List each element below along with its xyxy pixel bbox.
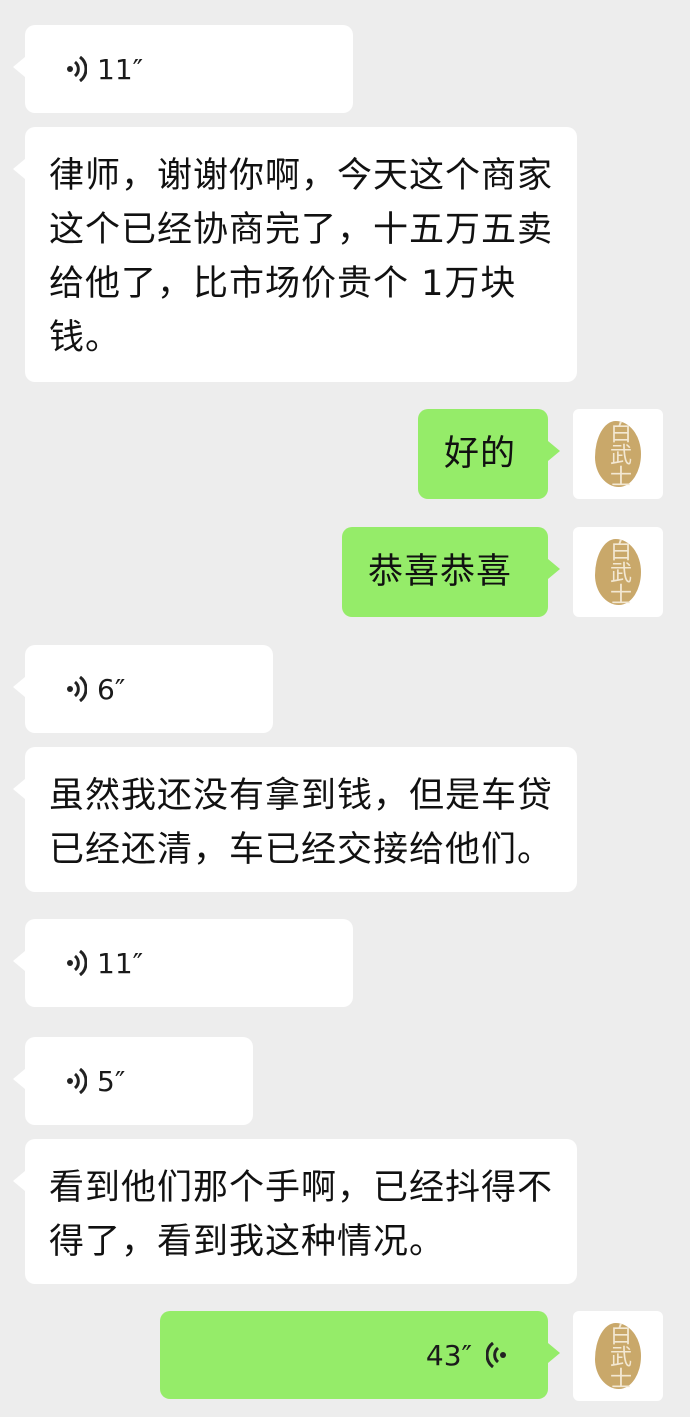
text-message-own[interactable]: 好的 xyxy=(418,409,560,499)
text-message-own[interactable]: 恭喜恭喜 xyxy=(342,527,560,617)
seal-logo: 白武士 xyxy=(595,421,641,487)
voice-wave-icon xyxy=(67,1068,87,1094)
voice-duration: 11″ xyxy=(97,946,144,980)
seal-logo: 白武士 xyxy=(595,539,641,605)
voice-message[interactable]: 6″ xyxy=(13,645,273,733)
message-text: 虽然我还没有拿到钱，但是车贷已经还清，车已经交接给他们。 xyxy=(49,776,554,870)
voice-wave-icon xyxy=(67,950,87,976)
text-message[interactable]: 律师，谢谢你啊，今天这个商家这个已经协商完了，十五万五卖给他了，比市场价贵个 1… xyxy=(13,127,577,382)
text-message[interactable]: 虽然我还没有拿到钱，但是车贷已经还清，车已经交接给他们。 xyxy=(13,747,577,892)
voice-wave-icon xyxy=(67,56,87,82)
avatar[interactable]: 白武士 xyxy=(573,1311,663,1401)
voice-message[interactable]: 11″ xyxy=(13,25,353,113)
voice-message-own[interactable]: 43″ xyxy=(160,1311,560,1399)
message-text: 好的 xyxy=(444,434,517,474)
text-message[interactable]: 看到他们那个手啊，已经抖得不得了，看到我这种情况。 xyxy=(13,1139,577,1284)
voice-duration: 11″ xyxy=(97,52,144,86)
voice-message[interactable]: 11″ xyxy=(13,919,353,1007)
message-text: 恭喜恭喜 xyxy=(368,552,513,592)
voice-wave-icon xyxy=(486,1342,506,1368)
message-text: 律师，谢谢你啊，今天这个商家这个已经协商完了，十五万五卖给他了，比市场价贵个 1… xyxy=(49,156,554,358)
avatar[interactable]: 白武士 xyxy=(573,527,663,617)
message-text: 看到他们那个手啊，已经抖得不得了，看到我这种情况。 xyxy=(49,1168,554,1262)
voice-message[interactable]: 5″ xyxy=(13,1037,253,1125)
voice-wave-icon xyxy=(67,676,87,702)
voice-duration: 43″ xyxy=(425,1338,472,1372)
avatar[interactable]: 白武士 xyxy=(573,409,663,499)
seal-logo: 白武士 xyxy=(595,1323,641,1389)
voice-duration: 6″ xyxy=(97,672,126,706)
voice-duration: 5″ xyxy=(97,1064,126,1098)
